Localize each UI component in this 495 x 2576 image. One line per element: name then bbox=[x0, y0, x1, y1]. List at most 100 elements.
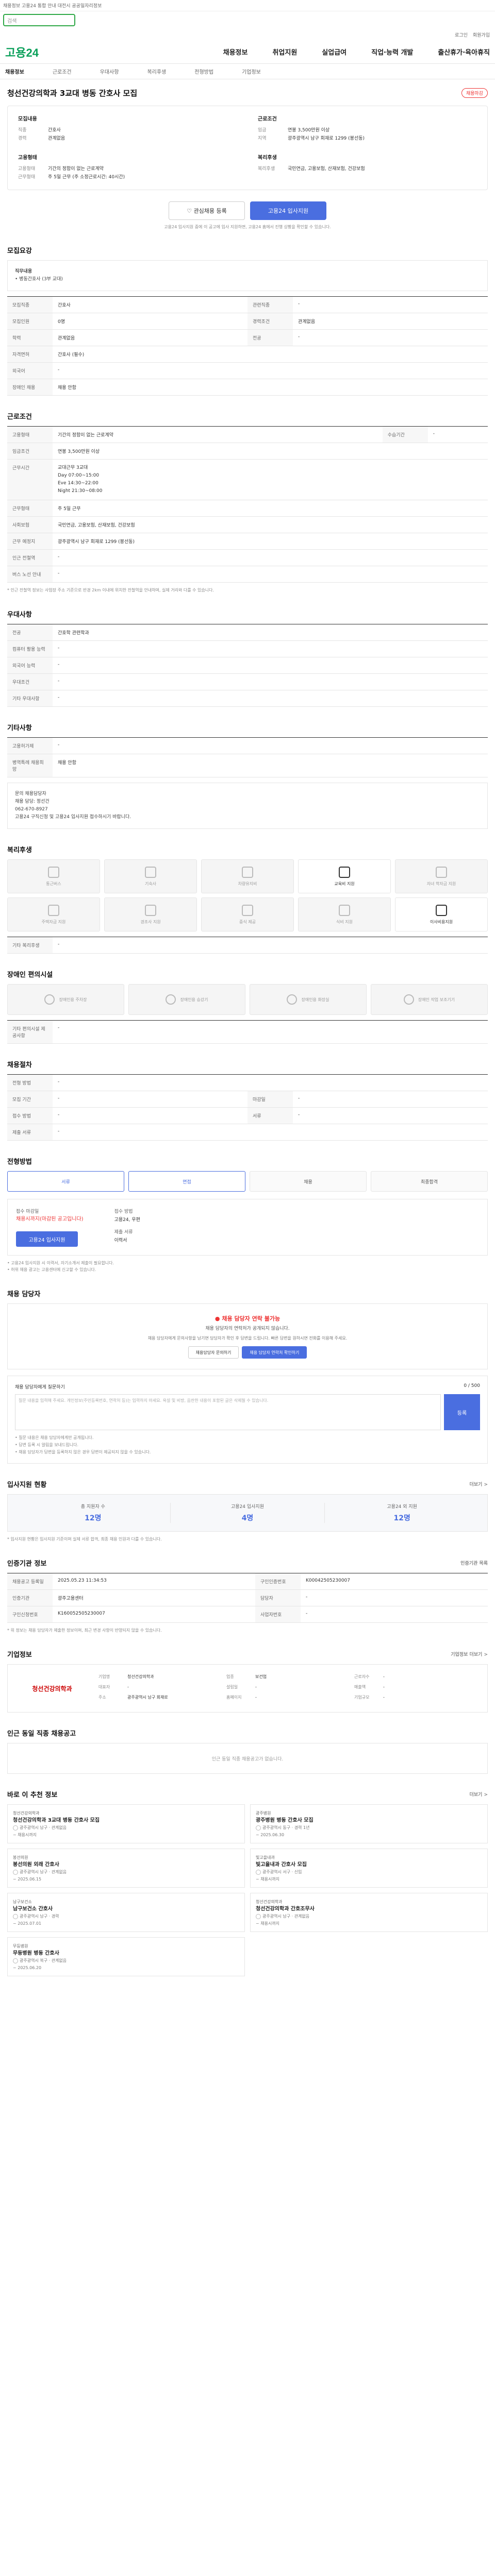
welfare-tile: 주택자금 지원 bbox=[7, 897, 100, 931]
welfare-tile: 중식 제공 bbox=[201, 897, 294, 931]
search-bar: 검색 bbox=[0, 11, 495, 29]
meal-icon bbox=[242, 904, 253, 916]
welfare-tile: 자녀 학자금 지원 bbox=[395, 859, 488, 893]
recommend-card[interactable]: 빛고을내과 빛고을내과 간호사 모집 광주광역시 서구 · 신입 ~ 채용시까지 bbox=[250, 1849, 488, 1888]
recommend-card[interactable]: 봉선의원 봉선의원 외래 간호사 광주광역시 남구 · 관계없음 ~ 2025.06.… bbox=[7, 1849, 245, 1888]
section-title: 채용 담당자 bbox=[7, 1291, 41, 1298]
welfare-tile: 차량유지비 bbox=[201, 859, 294, 893]
summary-heading: 복리후생 bbox=[258, 155, 277, 161]
welfare-tile: 이사비용지원 bbox=[395, 897, 488, 931]
welfare-tile: 식비 지원 bbox=[298, 897, 391, 931]
inquiry-alert: ● 채용 담당자 연락 불가능 채용 담당자의 연락처가 공개되지 않습니다. … bbox=[7, 1303, 488, 1369]
recommend-card[interactable]: 무등병원 무등병원 병동 간호사 광주광역시 북구 · 관계없음 ~ 2025.06.… bbox=[7, 1937, 245, 1976]
location-icon bbox=[256, 1825, 261, 1831]
summary-heading: 고용형태 bbox=[18, 155, 37, 161]
top-notice-bar: 채용정보 고용24 통합 안내 대전시 공공일자리정보 bbox=[0, 0, 495, 11]
process-step: 최종합격 bbox=[371, 1171, 488, 1192]
section-title: 장애인 편의시설 bbox=[7, 971, 53, 979]
bus-icon bbox=[48, 866, 59, 878]
tab-prefer[interactable]: 우대사항 bbox=[100, 67, 119, 75]
wheelchair-icon bbox=[403, 994, 414, 1005]
gift-icon bbox=[145, 904, 156, 916]
section-title: 바로 이 추천 정보 bbox=[7, 1791, 58, 1799]
dorm-icon bbox=[145, 866, 156, 878]
tab-recruit[interactable]: 채용정보 bbox=[5, 67, 24, 75]
gnb-item[interactable]: 취업지원 bbox=[272, 47, 297, 57]
apply-button-2[interactable]: 고용24 입사지원 bbox=[16, 1231, 78, 1247]
company-box: 청선건강의학과 기업명 청선건강의학과 업종 보건업 근로자수 - 대표자 - 설립일 - 매출액… bbox=[7, 1664, 488, 1713]
deadline-text: 채용시까지(마감된 공고입니다) bbox=[16, 1216, 84, 1222]
tab-company[interactable]: 기업정보 bbox=[242, 67, 261, 75]
location-icon bbox=[256, 1913, 261, 1919]
job-desc-box: 직무내용 • 병동간호사 (3부 교대) bbox=[7, 260, 488, 291]
logo[interactable]: 고용24 bbox=[5, 44, 39, 60]
company-more-link[interactable]: 기업정보 더보기 > bbox=[451, 1651, 488, 1657]
food-icon bbox=[339, 904, 350, 916]
truck-icon bbox=[436, 904, 447, 916]
gnb-item[interactable]: 채용정보 bbox=[223, 47, 248, 57]
apply-note: 고용24 입사지원 중에 이 공고에 입사 지원하면, 고용24 홈에서 진행 … bbox=[164, 225, 331, 229]
disabled-grid: 장애인용 주차장 장애인용 승강기 장애인용 화장실 장애인 작업 보조기기 bbox=[7, 984, 488, 1015]
section-title: 기타사항 bbox=[7, 724, 32, 732]
process-step: 서류 bbox=[7, 1171, 124, 1192]
prefer-table: 전공 간호학 관련학과 컴퓨터 활용 능력 - 외국어 능력 - 우대조건 - 기타 우… bbox=[7, 624, 488, 707]
facility-tile: 장애인용 주차장 bbox=[7, 984, 124, 1015]
section-title: 모집요강 bbox=[7, 247, 32, 255]
apply-button[interactable]: 고용24 입사지원 bbox=[250, 201, 326, 220]
section-title: 근로조건 bbox=[7, 413, 32, 421]
apply-stats: 총 지원자 수 12명 고용24 입사지원 4명 고용24 외 지원 12명 bbox=[7, 1494, 488, 1532]
section-title: 입사지원 현황 bbox=[7, 1481, 47, 1489]
gnb-item[interactable]: 실업급여 bbox=[322, 47, 346, 57]
join-link[interactable]: 회원가입 bbox=[473, 31, 490, 38]
tab-welfare[interactable]: 복리후생 bbox=[147, 67, 166, 75]
parking-icon bbox=[44, 994, 55, 1005]
recommend-card[interactable]: 광주병원 광주병원 병동 간호사 모집 광주광역시 동구 · 경력 1년 ~ 2025… bbox=[250, 1804, 488, 1843]
question-input[interactable]: 질문 내용을 입력해 주세요. 개인정보(주민등록번호, 연락처 등)는 입력하… bbox=[15, 1394, 441, 1430]
contact-check-button[interactable]: 채용 담당자 연락처 확인하기 bbox=[242, 1346, 307, 1359]
summary-heading: 근로조건 bbox=[258, 116, 277, 122]
global-nav: 고용24 채용정보 취업지원 실업급여 직업·능력 개발 출산휴가·육아휴직 bbox=[0, 40, 495, 64]
welfare-tile: 경조사 지원 bbox=[104, 897, 197, 931]
tab-process[interactable]: 전형방법 bbox=[194, 67, 213, 75]
recommend-list: 청선건강의학과 청선건강의학과 3교대 병동 간호사 모집 광주광역시 남구 · 관… bbox=[7, 1804, 488, 1976]
summary-box: 모집내용 직종 간호사 경력 관계없음 고용형태 고용형태 기간의 정함이 없는 근로… bbox=[7, 106, 488, 190]
facility-tile: 장애인용 승강기 bbox=[128, 984, 245, 1015]
char-count: 0 / 500 bbox=[464, 1383, 480, 1388]
summary-heading: 모집내용 bbox=[18, 116, 37, 122]
interest-button[interactable]: ♡ 관심채용 등록 bbox=[169, 201, 245, 220]
question-submit-button[interactable]: 등록 bbox=[444, 1394, 480, 1430]
elevator-icon bbox=[166, 994, 176, 1005]
process-step: 채용 bbox=[250, 1171, 367, 1192]
section-title: 전형방법 bbox=[7, 1158, 32, 1166]
company-logo: 청선건강의학과 bbox=[32, 1685, 72, 1692]
process-step: 면접 bbox=[128, 1171, 245, 1192]
section-title: 복리후생 bbox=[7, 846, 32, 854]
search-input[interactable]: 검색 bbox=[3, 14, 75, 26]
page-title: 청선건강의학과 3교대 병동 간호사 모집 bbox=[7, 89, 138, 98]
gnb-item[interactable]: 출산휴가·육아휴직 bbox=[438, 47, 490, 57]
car-icon bbox=[242, 866, 253, 878]
recommend-card[interactable]: 남구보건소 남구보건소 간호사 광주광역시 남구 · 경력 ~ 2025.07.01 bbox=[7, 1893, 245, 1932]
facility-tile: 장애인 작업 보조기기 bbox=[371, 984, 488, 1015]
welfare-tile: 통근버스 bbox=[7, 859, 100, 893]
tab-conditions[interactable]: 근로조건 bbox=[53, 67, 72, 75]
related-empty: 인근 동일 직종 채용공고가 없습니다. bbox=[7, 1743, 488, 1774]
agency-list-link[interactable]: 인증기관 목록 bbox=[460, 1560, 488, 1566]
recommend-card[interactable]: 청선건강의학과 청선건강의학과 간호조무사 광주광역시 남구 · 관계없음 ~ 채용시… bbox=[250, 1893, 488, 1932]
recommend-more-link[interactable]: 더보기 > bbox=[469, 1791, 488, 1798]
recommend-card[interactable]: 청선건강의학과 청선건강의학과 3교대 병동 간호사 모집 광주광역시 남구 · 관… bbox=[7, 1804, 245, 1843]
inquiry-button[interactable]: 채용담당자 문의하기 bbox=[188, 1346, 239, 1359]
process-table: 전형 방법 - 모집 기간 - 마감일 - 접수 방법 - 서류 - 제출 서류 - bbox=[7, 1074, 488, 1141]
location-icon bbox=[13, 1825, 18, 1831]
recruit-table: 모집직종 간호사 관련직종 - 모집인원 0명 경력조건 관계없음 학력 관계없음 전공 - 자격… bbox=[7, 296, 488, 396]
alert-icon: ● bbox=[214, 1315, 220, 1322]
disabled-etc: 기타 편의시설 제공사항 - bbox=[7, 1020, 488, 1044]
section-title: 우대사항 bbox=[7, 611, 32, 619]
child-icon bbox=[436, 866, 447, 878]
stats-more-link[interactable]: 더보기 > bbox=[469, 1481, 488, 1487]
apply-notes: • 고용24 입사지원 시 이력서, 자기소개서 제출이 필요합니다. • 허위 … bbox=[7, 1261, 114, 1272]
conditions-table: 고용형태 기간의 정함이 없는 근로계약 수습기간 - 임금조건 연봉 3,500만원 … bbox=[7, 426, 488, 583]
login-link[interactable]: 로그인 bbox=[455, 31, 468, 38]
section-tabs: 채용정보 근로조건 우대사항 복리후생 전형방법 기업정보 bbox=[0, 64, 495, 79]
gnb-item[interactable]: 직업·능력 개발 bbox=[371, 47, 413, 57]
